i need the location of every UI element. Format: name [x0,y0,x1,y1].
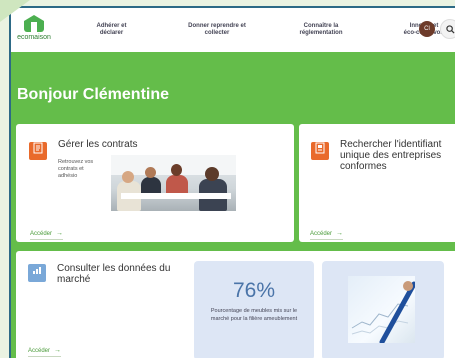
avatar[interactable]: Cl [419,21,435,37]
photo-head [171,164,182,176]
photo-head [145,167,156,178]
document-image-panel [322,261,444,358]
card-title: Rechercher l'identifiant unique des entr… [340,139,455,172]
desc-line: contrats et [58,166,84,172]
acceder-label: Accéder [28,348,51,354]
search-button[interactable] [440,19,455,39]
arrow-right-icon: → [54,347,62,354]
card-contrats[interactable]: Gérer les contrats Retrouvez vos contrat… [16,124,294,242]
stat-line: Pourcentage de meubles mis sur le [210,308,298,314]
photo-head [122,171,134,183]
stat-description: Pourcentage de meubles mis sur le marché… [204,307,304,323]
document-chart-image [348,276,415,343]
app-frame: ecomaison Adhérer et déclarer Donner rep… [9,6,455,358]
nav-label-line2: réglementation [299,30,343,36]
stat-value: 76% [232,279,276,302]
search-icon [445,25,455,34]
chart-icon [28,264,46,282]
desc-line: Retrouvez vos [58,159,94,165]
acceder-label: Accéder [310,231,333,237]
title-line: Rechercher l'identifiant [340,139,442,150]
nav-label-line1: Adhérer et [96,23,127,29]
logo-house-icon [24,15,44,32]
page-greeting: Bonjour Clémentine [17,86,170,103]
meeting-photo [111,155,236,211]
acceder-link[interactable]: Accéder → [28,347,62,357]
nav-label-line1: Connaître la [303,23,339,29]
card-identifiant[interactable]: Rechercher l'identifiant unique des entr… [299,124,455,242]
photo-head [205,167,219,181]
stat-line: marché pour la filière ameublement [210,316,298,322]
acceder-label: Accéder [30,231,53,237]
logo-text: ecomaison [17,34,51,41]
document-chart-illustration [351,281,415,343]
logo[interactable]: ecomaison [14,15,54,41]
nav-item-adherer[interactable]: Adhérer et déclarer [89,23,134,37]
card-description: Retrouvez vos contrats et adhésio [58,159,93,180]
arrow-right-icon: → [336,230,344,237]
main-nav: Adhérer et déclarer Donner reprendre et … [89,23,455,37]
arrow-right-icon: → [56,230,64,237]
stat-panel: 76% Pourcentage de meubles mis sur le ma… [194,261,314,358]
nav-label-line2: déclarer [99,30,124,36]
header: ecomaison Adhérer et déclarer Donner rep… [11,8,455,52]
card-title: Consulter les données du marché [57,263,187,285]
title-line: unique des entreprises [340,150,442,161]
title-line: Consulter les données du [57,263,171,274]
acceder-link[interactable]: Accéder → [310,230,344,240]
document-icon [311,142,329,160]
title-line: marché [57,274,91,285]
acceder-link[interactable]: Accéder → [30,230,64,240]
nav-label-line1: Donner reprendre et [188,23,246,29]
nav-label-line2: collecter [204,30,230,36]
contract-icon [29,142,47,160]
desc-line: adhésio [58,173,78,179]
nav-item-reglementation[interactable]: Connaître la réglementation [292,23,350,37]
title-line: conformes [340,161,387,172]
nav-item-donner[interactable]: Donner reprendre et collecter [182,23,252,37]
card-title: Gérer les contrats [58,139,138,150]
photo-table [121,193,231,199]
